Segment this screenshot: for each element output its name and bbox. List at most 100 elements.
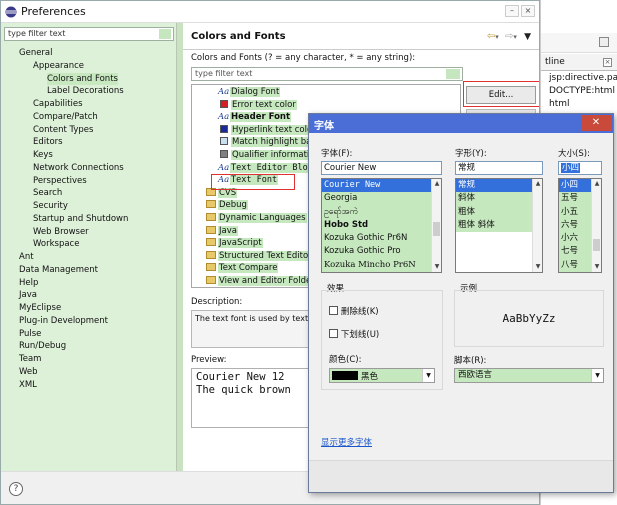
chevron-down-icon[interactable]: ▾ <box>495 33 499 41</box>
tree-item[interactable]: Appearance <box>33 60 84 72</box>
tree-item[interactable]: Web Browser <box>33 226 89 238</box>
tree-item[interactable]: Team <box>19 353 41 365</box>
dialog-close-button[interactable]: ✕ <box>581 115 611 131</box>
close-icon[interactable]: × <box>603 58 612 67</box>
tree-item[interactable]: Colors and Fonts <box>47 72 118 85</box>
color-value: 黑色 <box>361 372 379 382</box>
folder-icon <box>206 263 216 272</box>
outline-tab[interactable]: tline × <box>541 54 617 71</box>
tree-item[interactable]: Help <box>19 277 38 289</box>
color-filter-input[interactable]: type filter text <box>191 67 463 81</box>
outline-item[interactable]: html <box>549 99 570 109</box>
tree-item[interactable]: Label Decorations <box>47 85 124 97</box>
font-size-input[interactable]: 小四 <box>558 161 602 175</box>
list-item[interactable]: Kozuka Gothic Pr6N <box>322 232 441 246</box>
scroll-down-icon[interactable]: ▼ <box>592 262 601 272</box>
folder-icon <box>206 276 216 284</box>
checkbox-box[interactable] <box>329 329 338 338</box>
view-menu-icon[interactable]: ▼ <box>524 32 531 42</box>
item-label: Dynamic Languages <box>218 213 307 223</box>
tree-item[interactable]: Compare/Patch <box>33 111 98 123</box>
list-item[interactable]: Kozuka Gothic Pro <box>322 245 441 259</box>
tree-item[interactable]: Data Management <box>19 264 98 276</box>
description-label: Description: <box>191 297 243 307</box>
chevron-down-icon[interactable]: ▼ <box>591 369 603 382</box>
color-font-item[interactable]: Error text color <box>218 99 486 112</box>
tree-item[interactable]: Web <box>19 366 38 378</box>
tree-item[interactable]: Capabilities <box>33 98 83 110</box>
underline-checkbox[interactable]: 下划线(U) <box>329 328 379 340</box>
list-item[interactable]: 常规 <box>456 179 542 193</box>
tree-item[interactable]: Keys <box>33 149 53 161</box>
folder-icon <box>206 238 216 247</box>
color-swatch <box>332 371 358 380</box>
tree-filter-input[interactable]: type filter text <box>4 27 174 41</box>
font-style-scrollbar[interactable]: ▲ ▼ <box>532 179 542 272</box>
item-label: Header Font <box>230 112 292 123</box>
chevron-down-icon[interactable]: ▾ <box>513 33 517 41</box>
tree-item[interactable]: Ant <box>19 251 34 263</box>
tree-item[interactable]: Startup and Shutdown <box>33 213 128 225</box>
list-item[interactable]: Kozuka Mincho Pr6N <box>322 258 441 272</box>
tree-item[interactable]: Content Types <box>33 124 93 136</box>
list-item[interactable]: Courier New <box>322 179 441 193</box>
scroll-up-icon[interactable]: ▲ <box>432 179 441 189</box>
tree-item[interactable]: Java <box>19 289 37 301</box>
tree-item[interactable]: Search <box>33 187 62 199</box>
scroll-thumb[interactable] <box>593 239 600 251</box>
font-family-scrollbar[interactable]: ▲ ▼ <box>431 179 441 272</box>
item-label: Java <box>218 225 238 236</box>
list-item[interactable]: ဥရော်အကဲ <box>322 205 441 219</box>
color-select[interactable]: 黑色 ▼ <box>329 368 435 383</box>
tree-item[interactable]: Editors <box>33 136 63 148</box>
outline-item[interactable]: DOCTYPE:html <box>549 86 615 96</box>
folder-icon <box>206 213 216 221</box>
folder-icon <box>206 200 216 209</box>
minimize-button[interactable]: – <box>505 5 519 17</box>
list-item[interactable]: Georgia <box>322 192 441 206</box>
scroll-up-icon[interactable]: ▲ <box>592 179 601 189</box>
scroll-up-icon[interactable]: ▲ <box>533 179 542 189</box>
tree-item[interactable]: Workspace <box>33 238 79 250</box>
tree-item[interactable]: General <box>19 47 53 59</box>
sample-text: AaBbYyZz <box>502 312 556 325</box>
edit-button[interactable]: Edit... <box>466 86 536 104</box>
close-button[interactable]: × <box>521 5 535 17</box>
tree-item[interactable]: Plug-in Development <box>19 315 108 327</box>
help-icon[interactable]: ? <box>9 482 23 496</box>
show-more-fonts-link[interactable]: 显示更多字体 <box>321 436 372 448</box>
tree-item[interactable]: MyEclipse <box>19 302 61 314</box>
tree-item[interactable]: Network Connections <box>33 162 124 174</box>
checkbox-box[interactable] <box>329 306 338 315</box>
script-select[interactable]: 西欧语言 ▼ <box>454 368 604 383</box>
font-size-list: 小四 五号 小五 六号 小六 七号 八号 ▲ ▼ <box>558 178 602 273</box>
chevron-down-icon[interactable]: ▼ <box>422 369 434 382</box>
scroll-thumb[interactable] <box>433 222 440 236</box>
item-label: Debug <box>218 200 248 211</box>
font-style-input[interactable]: 常规 <box>455 161 543 175</box>
list-item[interactable]: 粗体 <box>456 205 542 219</box>
scroll-down-icon[interactable]: ▼ <box>533 262 542 272</box>
tree-item[interactable]: Security <box>33 200 68 212</box>
tree-item[interactable]: Run/Debug <box>19 340 66 352</box>
font-family-label: 字体(F): <box>321 149 353 159</box>
filter-clear-icon[interactable] <box>446 69 460 79</box>
item-label: Text Compare <box>218 263 279 274</box>
font-family-input[interactable]: Courier New <box>321 161 442 175</box>
tree-item[interactable]: XML <box>19 379 37 391</box>
outline-tab-label: tline <box>545 57 565 67</box>
list-item[interactable]: 斜体 <box>456 192 542 206</box>
font-size-scrollbar[interactable]: ▲ ▼ <box>591 179 601 272</box>
strikeout-checkbox[interactable]: 删除线(K) <box>329 305 379 317</box>
tree-item[interactable]: Perspectives <box>33 175 87 187</box>
item-label: Hyperlink text color <box>231 124 317 135</box>
outline-item[interactable]: jsp:directive.page <box>549 73 617 83</box>
folder-icon <box>206 250 216 259</box>
list-item[interactable]: 粗体 斜体 <box>456 218 542 233</box>
filter-clear-icon[interactable] <box>159 29 171 39</box>
scroll-down-icon[interactable]: ▼ <box>432 262 441 272</box>
tree-item[interactable]: Pulse <box>19 328 41 340</box>
list-item[interactable]: Hobo Std <box>322 218 441 233</box>
color-font-item[interactable]: Aa Dialog Font <box>218 86 486 99</box>
script-value: 西欧语言 <box>458 370 493 380</box>
